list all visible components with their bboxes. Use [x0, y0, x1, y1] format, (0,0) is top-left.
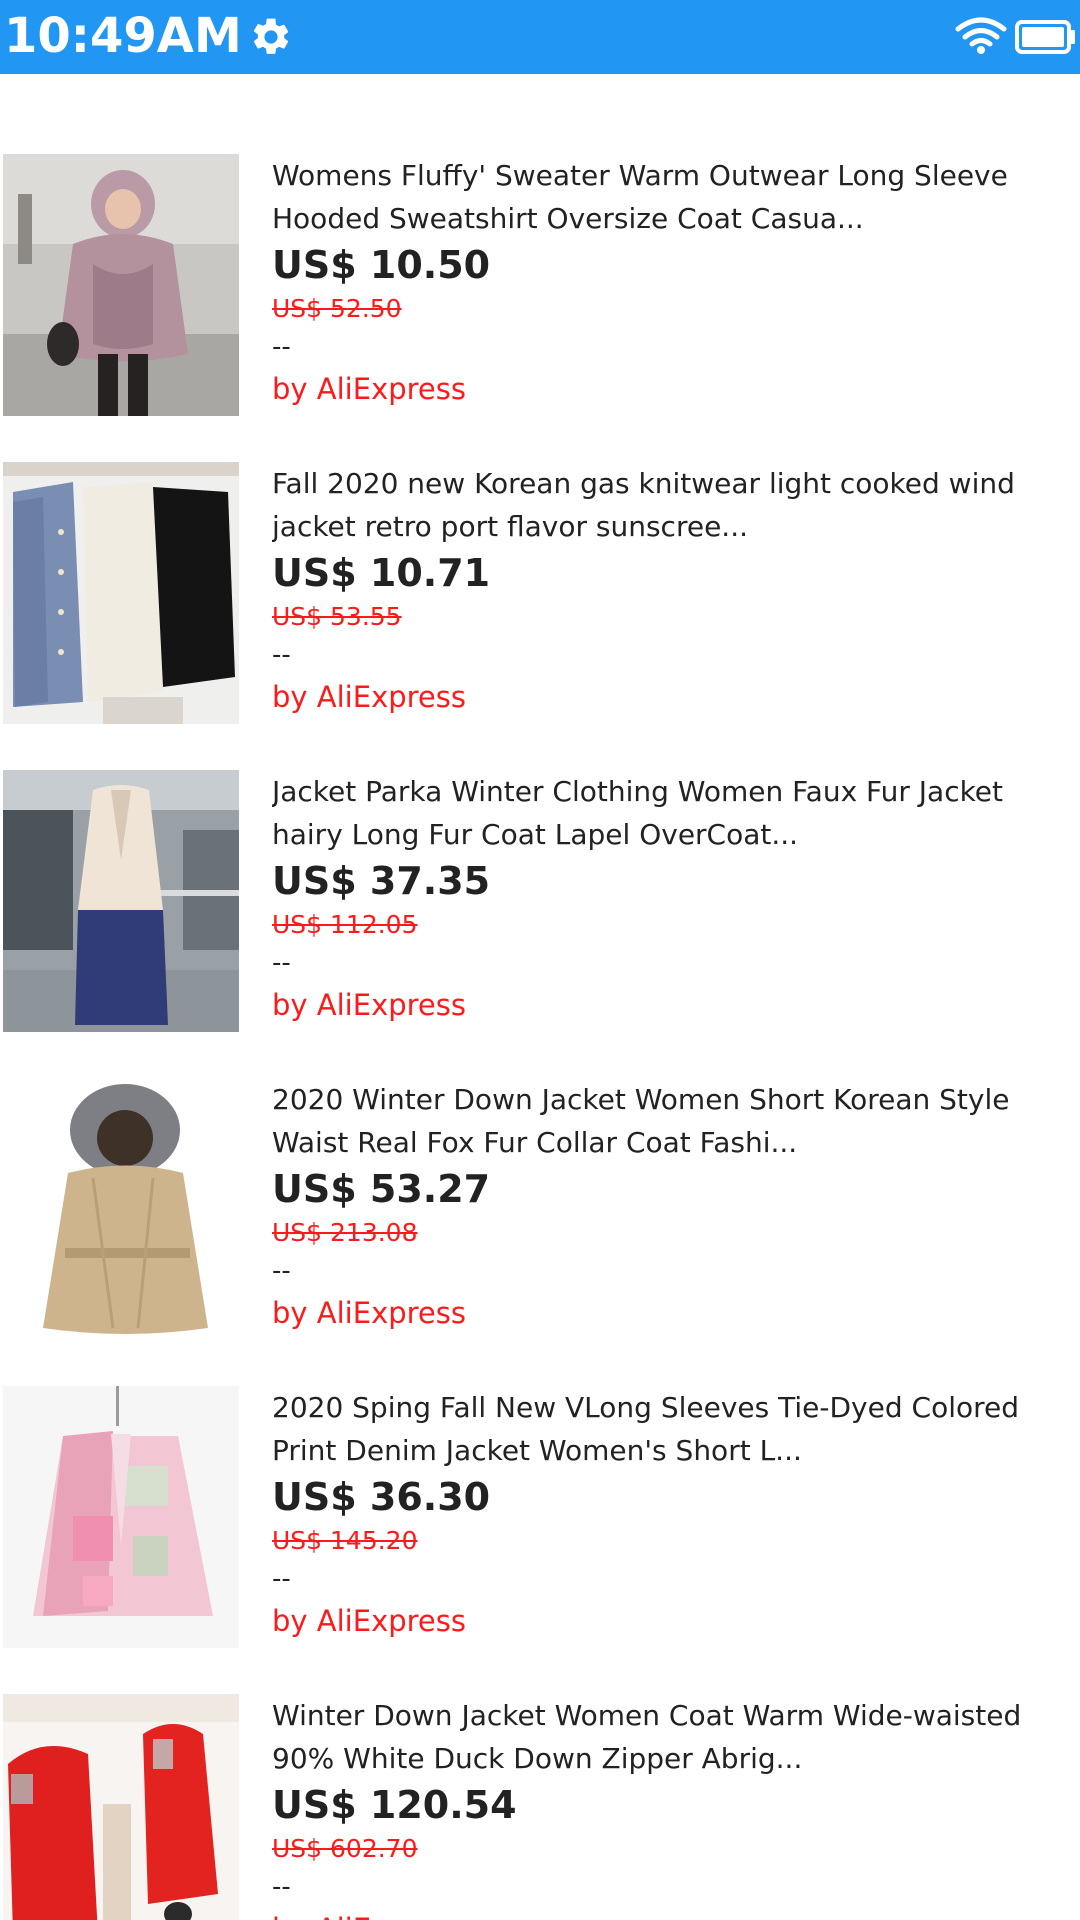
product-image[interactable] [3, 1694, 239, 1920]
product-image[interactable] [3, 770, 239, 1032]
product-original-price: US$ 112.05 [272, 910, 418, 939]
product-info: 2020 Sping Fall New VLong Sleeves Tie-Dy… [272, 1386, 1062, 1641]
product-seller: by AliExpress [272, 372, 466, 406]
product-price: US$ 10.50 [272, 243, 491, 287]
list-item[interactable]: Fall 2020 new Korean gas knitwear light … [0, 462, 1080, 770]
list-item[interactable]: 2020 Sping Fall New VLong Sleeves Tie-Dy… [0, 1386, 1080, 1694]
product-original-price: US$ 52.50 [272, 294, 402, 323]
product-info: Womens Fluffy' Sweater Warm Outwear Long… [272, 154, 1062, 409]
list-item[interactable]: Jacket Parka Winter Clothing Women Faux … [0, 770, 1080, 1078]
product-discount: -- [272, 640, 291, 670]
product-title[interactable]: 2020 Sping Fall New VLong Sleeves Tie-Dy… [272, 1386, 1062, 1472]
product-original-price: US$ 213.08 [272, 1218, 418, 1247]
list-item[interactable]: Winter Down Jacket Women Coat Warm Wide-… [0, 1694, 1080, 1920]
product-price: US$ 36.30 [272, 1475, 491, 1519]
battery-icon [1015, 20, 1075, 54]
product-original-price: US$ 53.55 [272, 602, 402, 631]
product-discount: -- [272, 332, 291, 362]
product-discount: -- [272, 1256, 291, 1286]
product-list: Womens Fluffy' Sweater Warm Outwear Long… [0, 74, 1080, 1920]
product-price: US$ 10.71 [272, 551, 491, 595]
product-seller: by AliExpress [272, 1604, 466, 1638]
product-image[interactable] [3, 1386, 239, 1648]
product-original-price: US$ 602.70 [272, 1834, 418, 1863]
product-title[interactable]: Womens Fluffy' Sweater Warm Outwear Long… [272, 154, 1062, 240]
product-info: Fall 2020 new Korean gas knitwear light … [272, 462, 1062, 717]
product-info: Jacket Parka Winter Clothing Women Faux … [272, 770, 1062, 1025]
status-bar: 10:49AM [0, 0, 1080, 74]
product-info: 2020 Winter Down Jacket Women Short Kore… [272, 1078, 1062, 1333]
product-seller: by AliExpress [272, 1296, 466, 1330]
product-info: Winter Down Jacket Women Coat Warm Wide-… [272, 1694, 1062, 1920]
product-title[interactable]: Winter Down Jacket Women Coat Warm Wide-… [272, 1694, 1062, 1780]
product-image[interactable] [3, 1078, 239, 1340]
product-discount: -- [272, 1564, 291, 1594]
product-original-price: US$ 145.20 [272, 1526, 418, 1555]
product-image[interactable] [3, 462, 239, 724]
status-time: 10:49AM [4, 8, 242, 64]
product-title[interactable]: 2020 Winter Down Jacket Women Short Kore… [272, 1078, 1062, 1164]
product-price: US$ 53.27 [272, 1167, 491, 1211]
product-discount: -- [272, 948, 291, 978]
product-image[interactable] [3, 154, 239, 416]
list-item[interactable]: 2020 Winter Down Jacket Women Short Kore… [0, 1078, 1080, 1386]
product-discount: -- [272, 1872, 291, 1902]
product-price: US$ 37.35 [272, 859, 491, 903]
product-title[interactable]: Fall 2020 new Korean gas knitwear light … [272, 462, 1062, 548]
wifi-icon [955, 17, 1007, 54]
product-price: US$ 120.54 [272, 1783, 517, 1827]
product-seller: by AliExpress [272, 988, 466, 1022]
gear-icon [253, 18, 289, 54]
product-seller: by AliExpress [272, 1909, 1062, 1920]
product-title[interactable]: Jacket Parka Winter Clothing Women Faux … [272, 770, 1062, 856]
product-seller: by AliExpress [272, 680, 466, 714]
list-item[interactable]: Womens Fluffy' Sweater Warm Outwear Long… [0, 154, 1080, 462]
